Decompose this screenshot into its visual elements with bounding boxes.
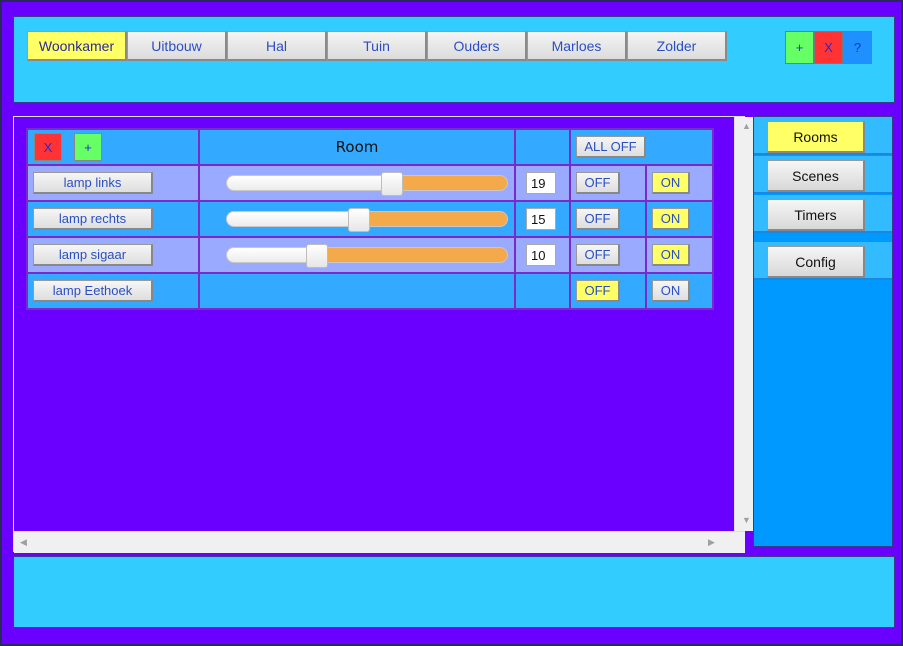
room-title: Room [335,138,379,156]
on-button[interactable]: ON [652,172,690,194]
off-button[interactable]: OFF [576,244,620,266]
tab-hal[interactable]: Hal [227,31,327,61]
slider-track-empty [227,176,393,190]
room-tabs: Woonkamer Uitbouw Hal Tuin Ouders Marloe… [27,31,727,61]
add-room-button[interactable]: + [785,31,814,64]
on-button[interactable]: ON [652,280,690,302]
table-row: lamp links 19 OFF ON [26,164,714,202]
dimmer-slider[interactable] [226,244,508,268]
top-bar: Woonkamer Uitbouw Hal Tuin Ouders Marloe… [13,16,895,103]
add-lamp-button[interactable]: + [74,133,102,161]
slider-thumb[interactable] [305,244,328,268]
table-header-row: X + Room ALL OFF [26,128,714,166]
dimmer-level-field[interactable]: 10 [526,244,556,266]
top-action-buttons: + X ? [785,31,872,64]
lamp-name-button[interactable]: lamp Eethoek [33,280,153,302]
tab-marloes[interactable]: Marloes [527,31,627,61]
scroll-right-icon[interactable]: ▶ [708,537,715,548]
tab-woonkamer[interactable]: Woonkamer [27,31,127,61]
side-menu: Rooms Scenes Timers Config [753,116,893,547]
table-row: lamp rechts 15 OFF ON [26,200,714,238]
menu-rooms-button[interactable]: Rooms [767,121,865,153]
tab-zolder[interactable]: Zolder [627,31,727,61]
slider-track-empty [227,248,317,262]
tab-uitbouw[interactable]: Uitbouw [127,31,227,61]
remove-lamp-button[interactable]: X [34,133,62,161]
table-row: lamp Eethoek OFF ON [26,272,714,310]
tab-ouders[interactable]: Ouders [427,31,527,61]
tab-tuin[interactable]: Tuin [327,31,427,61]
scroll-down-icon[interactable]: ▼ [742,515,751,525]
scroll-up-icon[interactable]: ▲ [742,121,751,131]
room-panel: X + Room ALL OFF lamp links 19 OFF ON la… [13,116,756,553]
lamp-name-button[interactable]: lamp rechts [33,208,153,230]
dimmer-slider[interactable] [226,172,508,196]
slider-thumb[interactable] [381,172,404,196]
slider-track-empty [227,212,359,226]
lamp-name-button[interactable]: lamp links [33,172,153,194]
remove-room-button[interactable]: X [814,31,843,64]
dimmer-level-field[interactable]: 15 [526,208,556,230]
help-button[interactable]: ? [843,31,872,64]
status-bar [13,556,895,628]
horizontal-scrollbar[interactable]: ◀ ▶ [14,531,745,553]
dimmer-slider[interactable] [226,208,508,232]
off-button[interactable]: OFF [576,172,620,194]
on-button[interactable]: ON [652,208,690,230]
lamp-table: X + Room ALL OFF lamp links 19 OFF ON la… [26,128,714,310]
off-button[interactable]: OFF [576,208,620,230]
menu-timers-button[interactable]: Timers [767,199,865,231]
app-window: Woonkamer Uitbouw Hal Tuin Ouders Marloe… [0,0,903,646]
table-row: lamp sigaar 10 OFF ON [26,236,714,274]
slider-thumb[interactable] [347,208,370,232]
menu-config-button[interactable]: Config [767,246,865,278]
menu-scenes-button[interactable]: Scenes [767,160,865,192]
scroll-left-icon[interactable]: ◀ [20,537,27,548]
dimmer-level-field[interactable]: 19 [526,172,556,194]
off-button[interactable]: OFF [576,280,620,302]
lamp-name-button[interactable]: lamp sigaar [33,244,153,266]
all-off-button[interactable]: ALL OFF [576,136,646,158]
on-button[interactable]: ON [652,244,690,266]
